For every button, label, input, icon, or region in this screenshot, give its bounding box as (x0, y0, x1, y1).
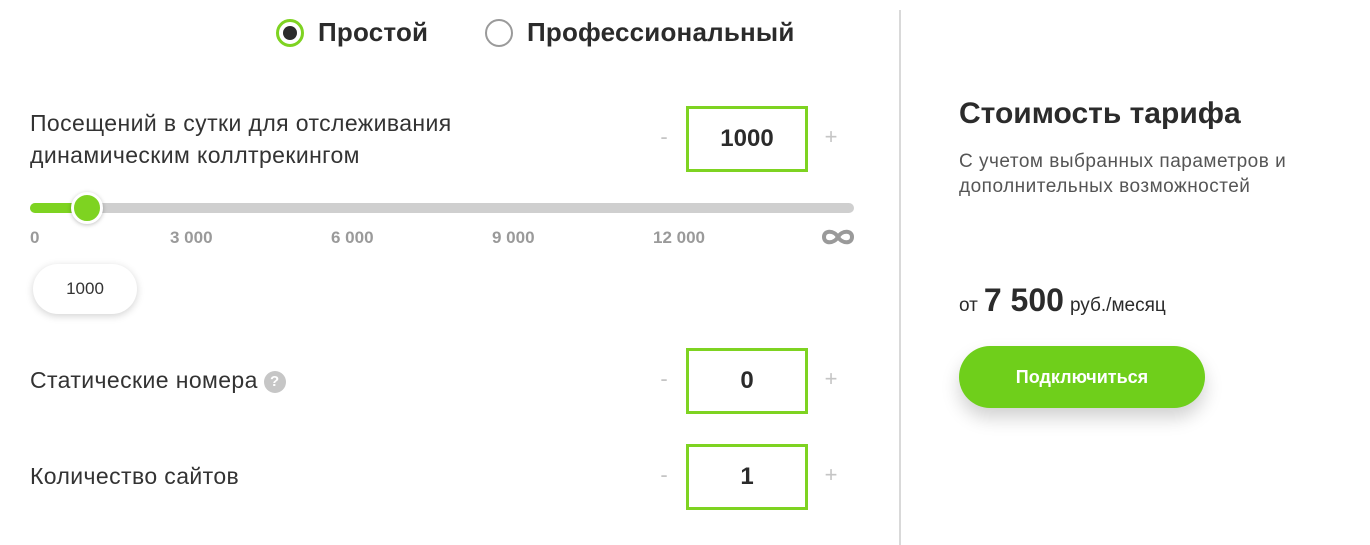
vertical-divider (899, 10, 901, 545)
visits-decrement-button[interactable]: - (654, 124, 674, 150)
radio-professional[interactable]: Профессиональный (485, 17, 795, 48)
radio-simple-label: Простой (318, 17, 429, 47)
price-suffix: руб./месяц (1069, 295, 1166, 316)
sites-label: Количество сайтов (30, 463, 240, 489)
visits-slider-track[interactable] (30, 203, 854, 213)
sites-decrement-button[interactable]: - (654, 462, 674, 488)
radio-professional-label: Профессиональный (527, 17, 795, 47)
price-prefix: от (959, 295, 978, 316)
static-numbers-increment-button[interactable]: + (821, 366, 841, 392)
slider-tick: 6 000 (331, 228, 374, 247)
static-numbers-decrement-button[interactable]: - (654, 366, 674, 392)
slider-tick: 9 000 (492, 228, 535, 247)
static-numbers-label-row: Статические номера? (30, 364, 286, 396)
slider-tooltip-arrow (74, 250, 94, 264)
slider-tooltip: 1000 (33, 264, 137, 314)
infinity-icon (821, 228, 855, 251)
help-icon[interactable]: ? (263, 370, 286, 393)
visits-increment-button[interactable]: + (821, 124, 841, 150)
sites-input[interactable]: 1 (686, 444, 808, 510)
visits-slider-thumb[interactable] (71, 192, 104, 224)
tariff-price-line: от 7 500 руб./месяц (959, 282, 1166, 319)
slider-tick: 0 (30, 228, 40, 247)
slider-tick: 3 000 (170, 228, 213, 247)
tariff-description: С учетом выбранных параметров и дополнит… (959, 151, 1287, 197)
radio-simple[interactable]: Простой (276, 17, 428, 48)
radio-unchecked-icon[interactable] (485, 18, 513, 47)
sites-increment-button[interactable]: + (821, 462, 841, 488)
price-value: 7 500 (983, 282, 1064, 318)
connect-button[interactable]: Подключиться (959, 346, 1205, 408)
static-numbers-label: Статические номера (30, 367, 258, 393)
visits-input[interactable]: 1000 (686, 106, 808, 172)
slider-tick: 12 000 (653, 228, 705, 247)
radio-checked-icon[interactable] (276, 18, 304, 47)
tariff-title: Стоимость тарифа (959, 97, 1241, 130)
static-numbers-input[interactable]: 0 (686, 348, 808, 414)
visits-label: Посещений в сутки для отслеживания динам… (30, 110, 452, 168)
